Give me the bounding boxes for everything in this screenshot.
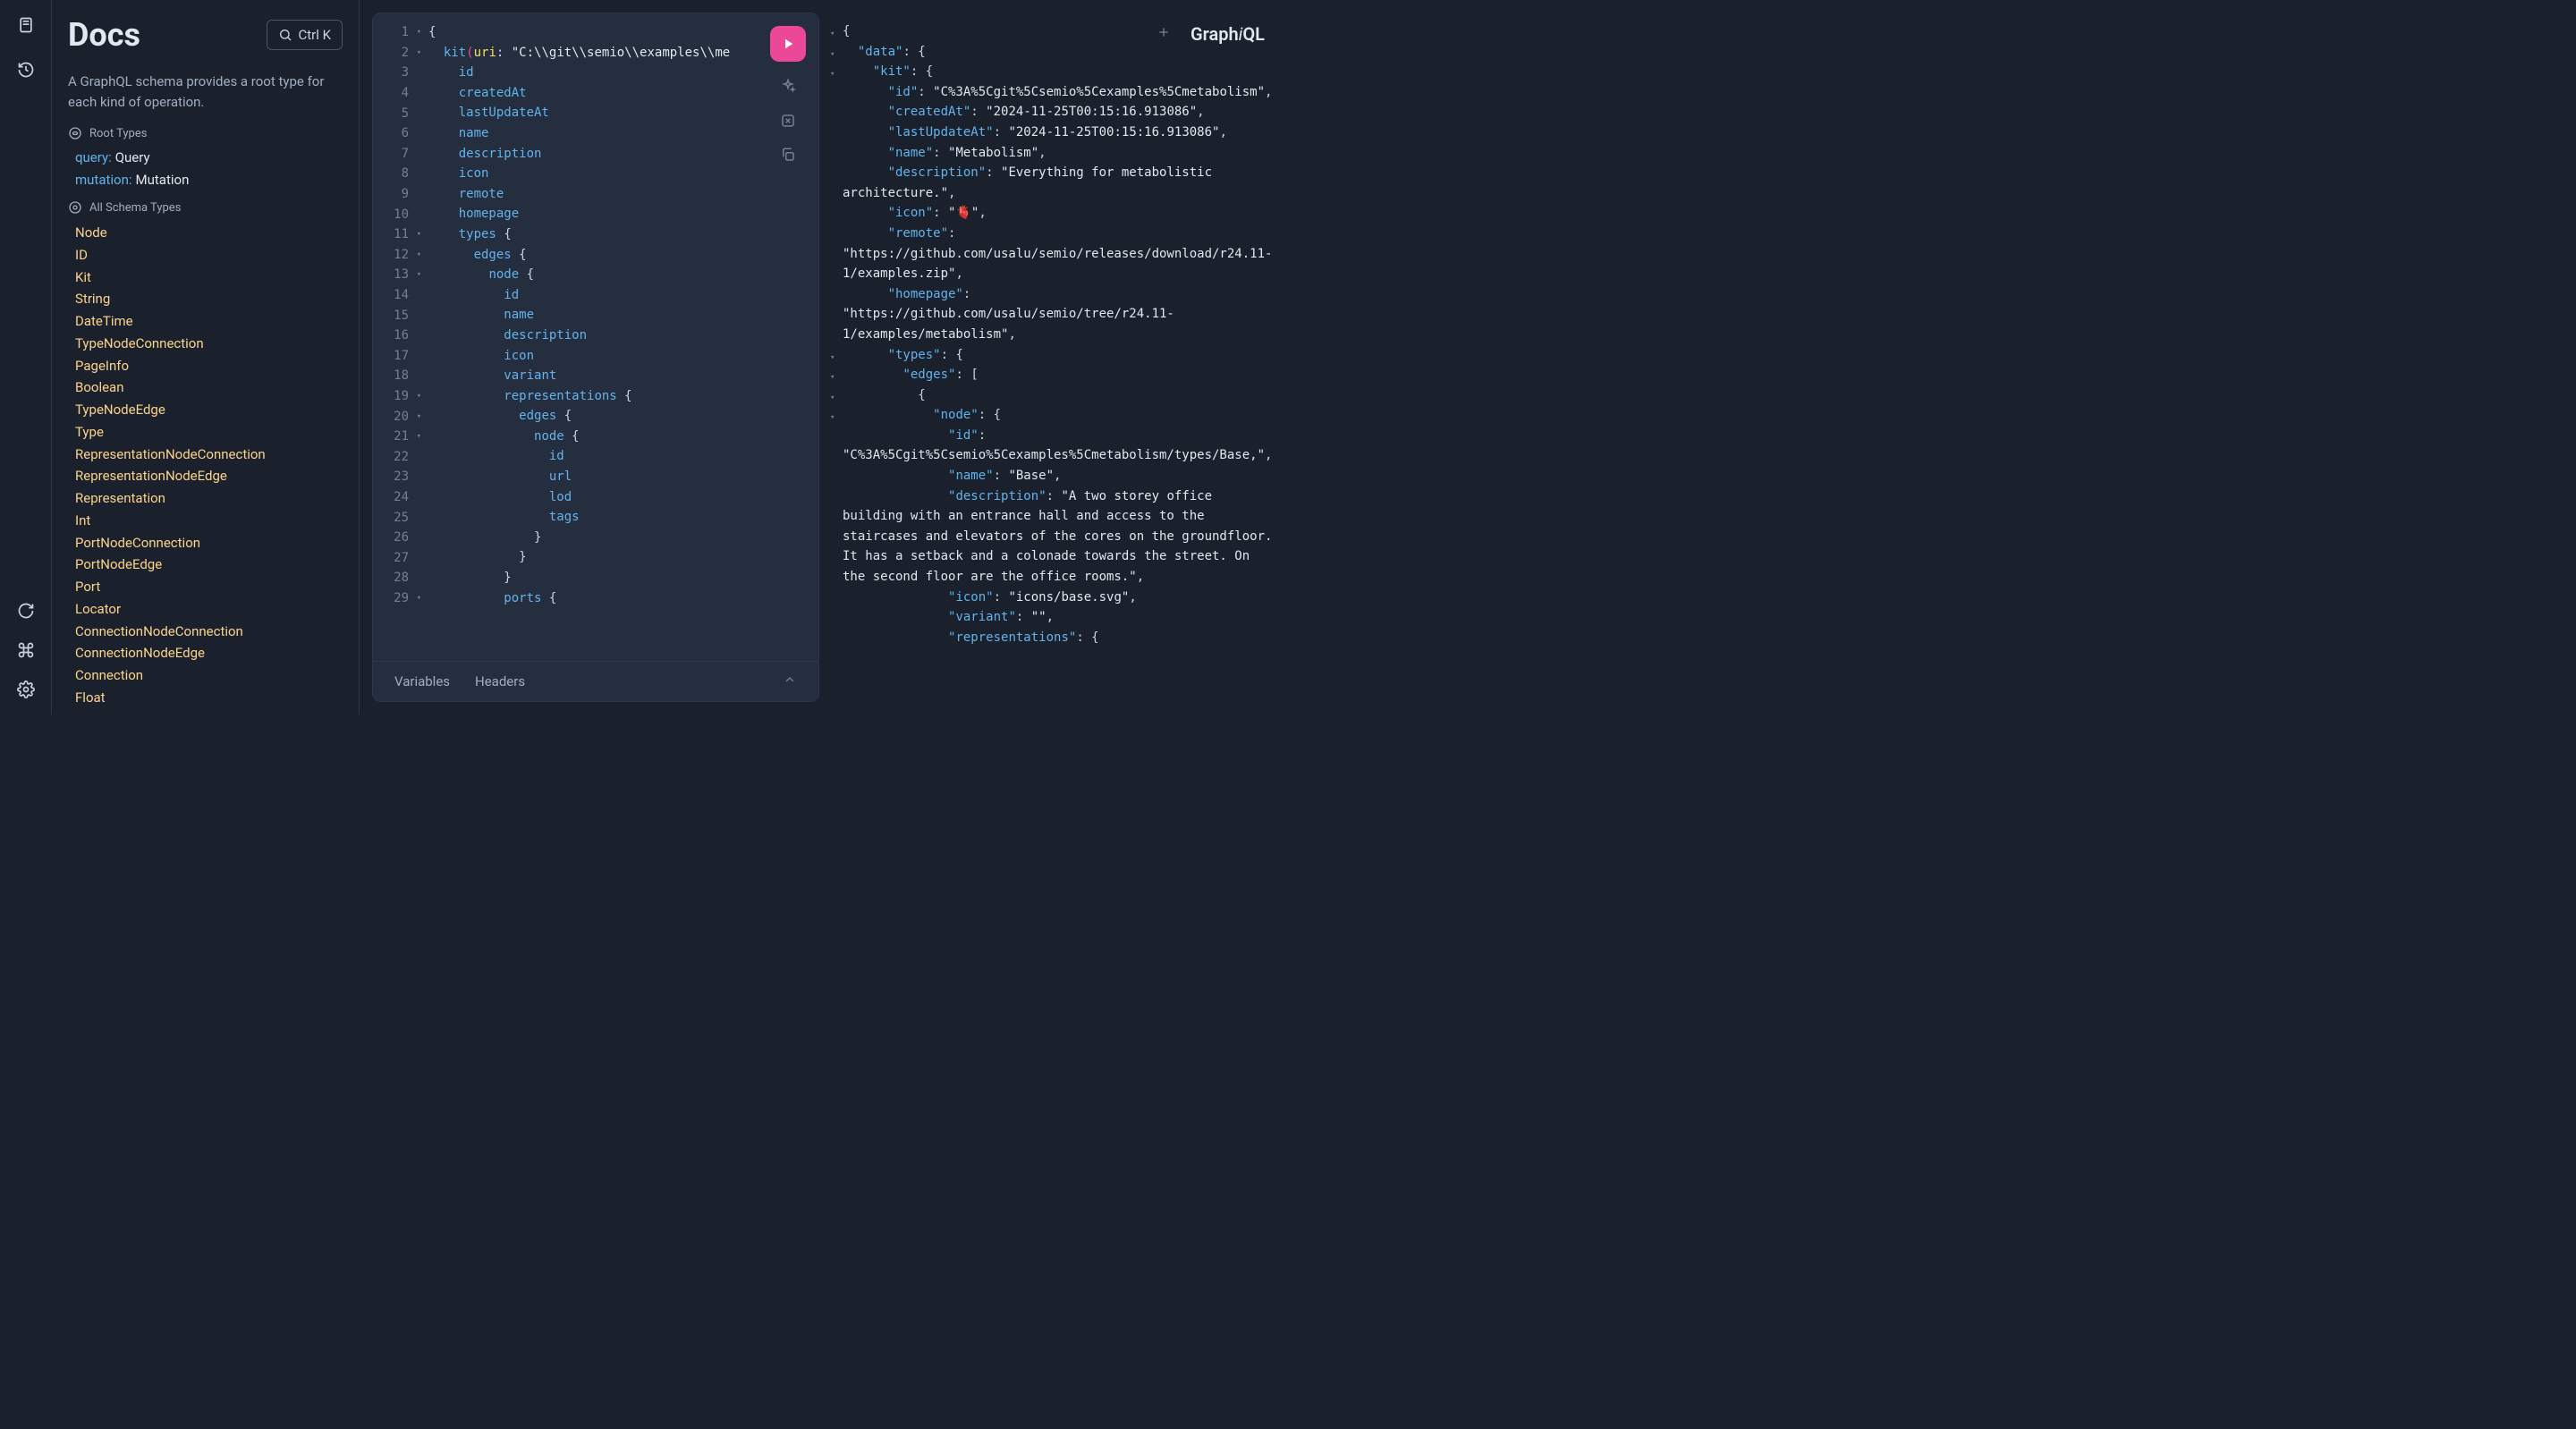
history-icon[interactable] bbox=[17, 61, 35, 79]
schema-type-item[interactable]: RepresentationNodeEdge bbox=[75, 467, 343, 486]
shortcuts-icon[interactable] bbox=[17, 641, 35, 659]
editor-panel: 1▾2▾34567891011▾12▾13▾141516171819▾20▾21… bbox=[372, 13, 819, 702]
all-schema-types-header: All Schema Types bbox=[68, 200, 343, 215]
add-tab-button[interactable] bbox=[1157, 25, 1171, 44]
editor-footer: Variables Headers bbox=[373, 661, 818, 701]
copy-icon bbox=[780, 147, 796, 163]
settings-icon[interactable] bbox=[17, 681, 35, 698]
refresh-icon[interactable] bbox=[17, 602, 35, 620]
root-types-icon bbox=[68, 126, 82, 140]
plus-icon bbox=[1157, 25, 1171, 39]
chevron-up-icon bbox=[783, 672, 797, 687]
query-editor[interactable]: { kit(uri: "C:\\git\\semio\\examples\\me… bbox=[412, 13, 818, 661]
schema-type-item[interactable]: ID bbox=[75, 246, 343, 266]
root-types-header: Root Types bbox=[68, 126, 343, 140]
play-icon bbox=[780, 36, 796, 52]
schema-type-item[interactable]: PortNodeEdge bbox=[75, 555, 343, 575]
sparkle-icon bbox=[780, 79, 796, 95]
schema-type-item[interactable]: String bbox=[75, 290, 343, 309]
schema-type-item[interactable]: PageInfo bbox=[75, 357, 343, 376]
schema-type-item[interactable]: Float bbox=[75, 689, 343, 708]
docs-title: Docs bbox=[68, 16, 140, 54]
schema-type-item[interactable]: Int bbox=[75, 512, 343, 531]
execute-button[interactable] bbox=[770, 26, 806, 62]
left-toolbar bbox=[0, 0, 52, 714]
docs-description: A GraphQL schema provides a root type fo… bbox=[68, 72, 343, 112]
schema-type-item[interactable]: Kit bbox=[75, 268, 343, 288]
editor-gutter: 1▾2▾34567891011▾12▾13▾141516171819▾20▾21… bbox=[373, 13, 412, 661]
search-button[interactable]: Ctrl K bbox=[267, 20, 343, 50]
root-type-row[interactable]: mutation:Mutation bbox=[75, 172, 343, 188]
schema-type-item[interactable]: PortNodeConnection bbox=[75, 534, 343, 554]
schema-type-item[interactable]: RepresentationNodeConnection bbox=[75, 445, 343, 465]
schema-type-item[interactable]: Type bbox=[75, 423, 343, 443]
docs-panel: Docs Ctrl K A GraphQL schema provides a … bbox=[52, 0, 360, 714]
brand-logo: GraphiQL bbox=[1191, 23, 1265, 45]
schema-types-icon bbox=[68, 200, 82, 215]
copy-button[interactable] bbox=[779, 146, 797, 164]
search-icon bbox=[278, 28, 292, 42]
schema-type-item[interactable]: Node bbox=[75, 224, 343, 243]
prettify-button[interactable] bbox=[779, 78, 797, 96]
footer-toggle[interactable] bbox=[783, 672, 797, 690]
merge-button[interactable] bbox=[779, 112, 797, 130]
schema-type-item[interactable]: Boolean bbox=[75, 378, 343, 398]
schema-type-item[interactable]: TypeNodeConnection bbox=[75, 334, 343, 354]
schema-type-item[interactable]: TypeNodeEdge bbox=[75, 401, 343, 420]
docs-icon[interactable] bbox=[17, 16, 35, 34]
merge-icon bbox=[780, 113, 796, 129]
result-panel[interactable]: ▾{▾ "data": {▾ "kit": { "id": "C%3A%5Cgi… bbox=[819, 13, 1275, 702]
main-area: 1▾2▾34567891011▾12▾13▾141516171819▾20▾21… bbox=[360, 0, 1288, 714]
tab-variables[interactable]: Variables bbox=[394, 673, 450, 689]
search-shortcut-label: Ctrl K bbox=[298, 27, 331, 43]
schema-type-item[interactable]: Design bbox=[75, 711, 343, 715]
schema-type-item[interactable]: DateTime bbox=[75, 312, 343, 332]
tab-headers[interactable]: Headers bbox=[475, 673, 525, 689]
schema-type-item[interactable]: Port bbox=[75, 578, 343, 597]
schema-type-item[interactable]: Representation bbox=[75, 489, 343, 509]
schema-type-item[interactable]: ConnectionNodeEdge bbox=[75, 644, 343, 664]
schema-type-item[interactable]: Locator bbox=[75, 600, 343, 620]
schema-type-item[interactable]: ConnectionNodeConnection bbox=[75, 622, 343, 642]
root-type-row[interactable]: query:Query bbox=[75, 149, 343, 165]
brand-area: GraphiQL bbox=[1157, 23, 1265, 45]
schema-type-item[interactable]: Connection bbox=[75, 666, 343, 686]
